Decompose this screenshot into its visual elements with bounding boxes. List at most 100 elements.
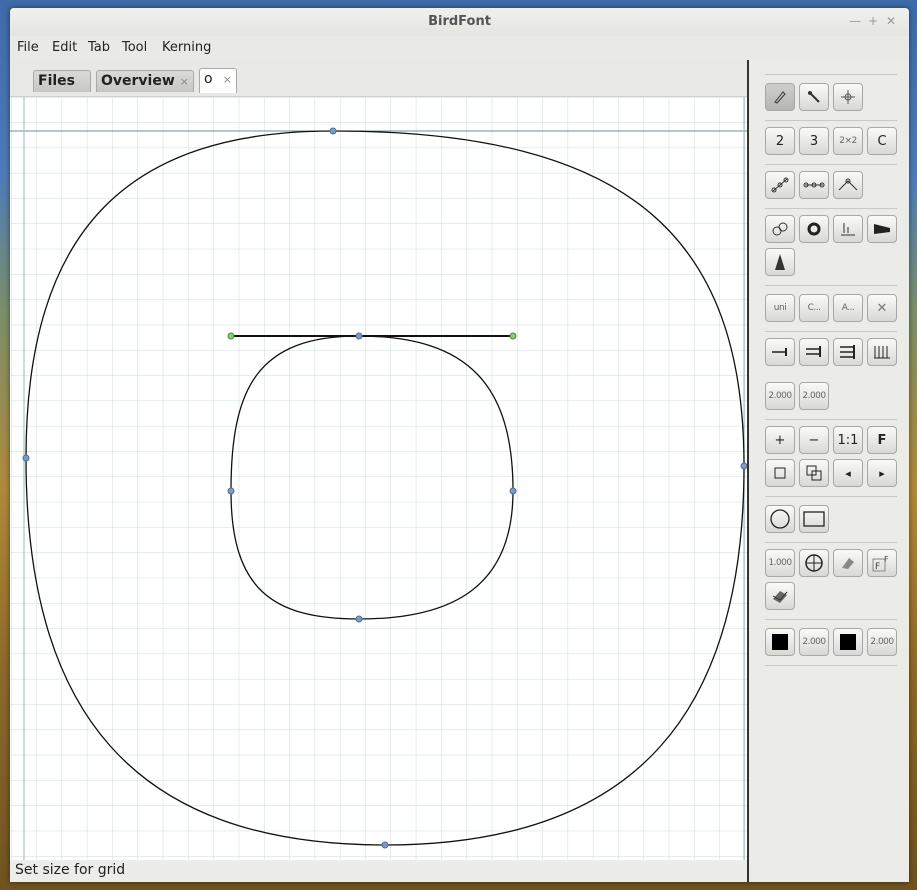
zoom-out-button[interactable]: − — [799, 426, 829, 454]
next-view-button[interactable]: ▸ — [867, 459, 897, 487]
stroke-color-button[interactable] — [833, 628, 863, 656]
grid-custom-button[interactable]: C — [867, 127, 897, 155]
double-point-button[interactable] — [799, 171, 829, 199]
quadratic-point-button[interactable] — [765, 171, 795, 199]
flip-button[interactable] — [765, 248, 795, 276]
curve-points-icon — [771, 177, 789, 193]
zoom-fit-button[interactable]: F — [867, 426, 897, 454]
birdfont-window: BirdFont — + ✕ File Edit Tab Tool Kernin… — [10, 8, 909, 882]
stroke-triple-icon — [840, 345, 855, 359]
stroke-comb-button[interactable] — [867, 338, 897, 366]
fill-color-button[interactable] — [765, 628, 795, 656]
reverse-path-button[interactable] — [799, 215, 829, 243]
stroke-width-field-2[interactable]: 2.000 — [799, 382, 829, 410]
menu-tab[interactable]: Tab — [88, 40, 110, 55]
toolbox-separator — [765, 496, 897, 497]
inner-point-top[interactable] — [355, 332, 363, 340]
menu-edit[interactable]: Edit — [52, 40, 77, 55]
pen-tool-button[interactable] — [765, 83, 795, 111]
skew-icon — [874, 224, 890, 234]
rectangle-tool-button[interactable] — [799, 505, 829, 533]
font-preview-button[interactable]: FF — [867, 549, 897, 577]
flip-icon — [775, 254, 785, 270]
square-icon — [774, 467, 786, 479]
zoom-selection-button[interactable] — [799, 459, 829, 487]
zoom-1to1-button[interactable]: 1:1 — [833, 426, 863, 454]
tab-overview-label: Overview — [101, 73, 175, 89]
cubic-point-button[interactable] — [833, 171, 863, 199]
toolbox-separator — [765, 542, 897, 543]
merge-icon — [772, 222, 788, 236]
outer-point-top[interactable] — [329, 127, 337, 135]
title-bar: BirdFont — + ✕ — [10, 8, 909, 36]
stroke-width-field-3[interactable]: 2.000 — [867, 628, 897, 656]
tab-overview-close-icon[interactable]: × — [180, 75, 189, 88]
inner-point-left[interactable] — [227, 487, 235, 495]
status-bar: Set size for grid — [10, 860, 747, 882]
comb-icon — [874, 346, 890, 359]
character-button[interactable]: C... — [799, 294, 829, 322]
status-text: Set size for grid — [15, 862, 126, 878]
minimize-icon[interactable]: — — [849, 15, 861, 27]
outer-point-left[interactable] — [22, 454, 30, 462]
close-icon[interactable]: ✕ — [885, 15, 897, 27]
background-image-button[interactable] — [765, 582, 795, 610]
reverse-icon — [807, 222, 821, 236]
menu-file[interactable]: File — [17, 40, 39, 55]
fill-width-field[interactable]: 2.000 — [799, 628, 829, 656]
inner-point-right[interactable] — [509, 487, 517, 495]
tab-glyph-o-close-icon[interactable]: × — [223, 73, 232, 86]
grid-3-button[interactable]: 3 — [799, 127, 829, 155]
maximize-icon[interactable]: + — [867, 15, 879, 27]
svg-text:F: F — [884, 555, 889, 564]
black-square-icon — [840, 634, 856, 650]
remove-glyph-button[interactable]: ✕ — [867, 294, 897, 322]
handle-point-left[interactable] — [227, 332, 235, 340]
align-baseline-button[interactable] — [833, 215, 863, 243]
tab-bar: Files Overview × o × — [10, 60, 747, 97]
tab-overview[interactable]: Overview × — [96, 70, 194, 92]
menu-tool[interactable]: Tool — [122, 40, 147, 55]
move-background-button[interactable] — [799, 549, 829, 577]
guide-width-field[interactable]: 1.000 — [765, 549, 795, 577]
move-icon — [841, 90, 855, 104]
unicode-button[interactable]: uni — [765, 294, 795, 322]
circle-icon — [770, 509, 790, 529]
stroke-width-field[interactable]: 2.000 — [765, 382, 795, 410]
handle-point-right[interactable] — [509, 332, 517, 340]
eraser-button[interactable] — [833, 549, 863, 577]
merge-paths-button[interactable] — [765, 215, 795, 243]
baseline-icon — [841, 223, 855, 236]
zoom-in-button[interactable]: + — [765, 426, 795, 454]
toolbox-separator — [765, 285, 897, 286]
stroke-arrow-icon — [772, 348, 787, 356]
point-tool-button[interactable] — [799, 83, 829, 111]
stroke-outline-button[interactable] — [799, 338, 829, 366]
zoom-boundaries-button[interactable] — [765, 459, 795, 487]
toolbox-separator — [765, 619, 897, 620]
toolbox-panel: 2 3 2×2 C uni C... A... ✕ 2.000 2.000 + … — [749, 60, 909, 882]
tab-files[interactable]: Files — [33, 70, 91, 92]
stroke-none-button[interactable] — [765, 338, 795, 366]
glyph-canvas-svg[interactable] — [10, 97, 748, 861]
menu-bar: File Edit Tab Tool Kerning — [10, 36, 909, 60]
circle-tool-button[interactable] — [765, 505, 795, 533]
toolbox-separator — [765, 419, 897, 420]
grid-2-button[interactable]: 2 — [765, 127, 795, 155]
outer-point-bottom[interactable] — [381, 841, 389, 849]
previous-view-button[interactable]: ◂ — [833, 459, 863, 487]
grid-2x2-button[interactable]: 2×2 — [833, 127, 863, 155]
alternate-button[interactable]: A... — [833, 294, 863, 322]
skew-button[interactable] — [867, 215, 897, 243]
tab-glyph-o[interactable]: o × — [199, 68, 237, 93]
glyph-canvas[interactable] — [10, 97, 748, 861]
inner-point-bottom[interactable] — [355, 615, 363, 623]
window-title: BirdFont — [428, 14, 491, 29]
crosshair-icon — [805, 554, 823, 572]
line-points-icon — [803, 182, 825, 188]
stroke-triple-button[interactable] — [833, 338, 863, 366]
menu-kerning[interactable]: Kerning — [162, 40, 211, 55]
toolbox-separator — [765, 665, 897, 666]
corner-points-icon — [838, 178, 858, 191]
move-tool-button[interactable] — [833, 83, 863, 111]
